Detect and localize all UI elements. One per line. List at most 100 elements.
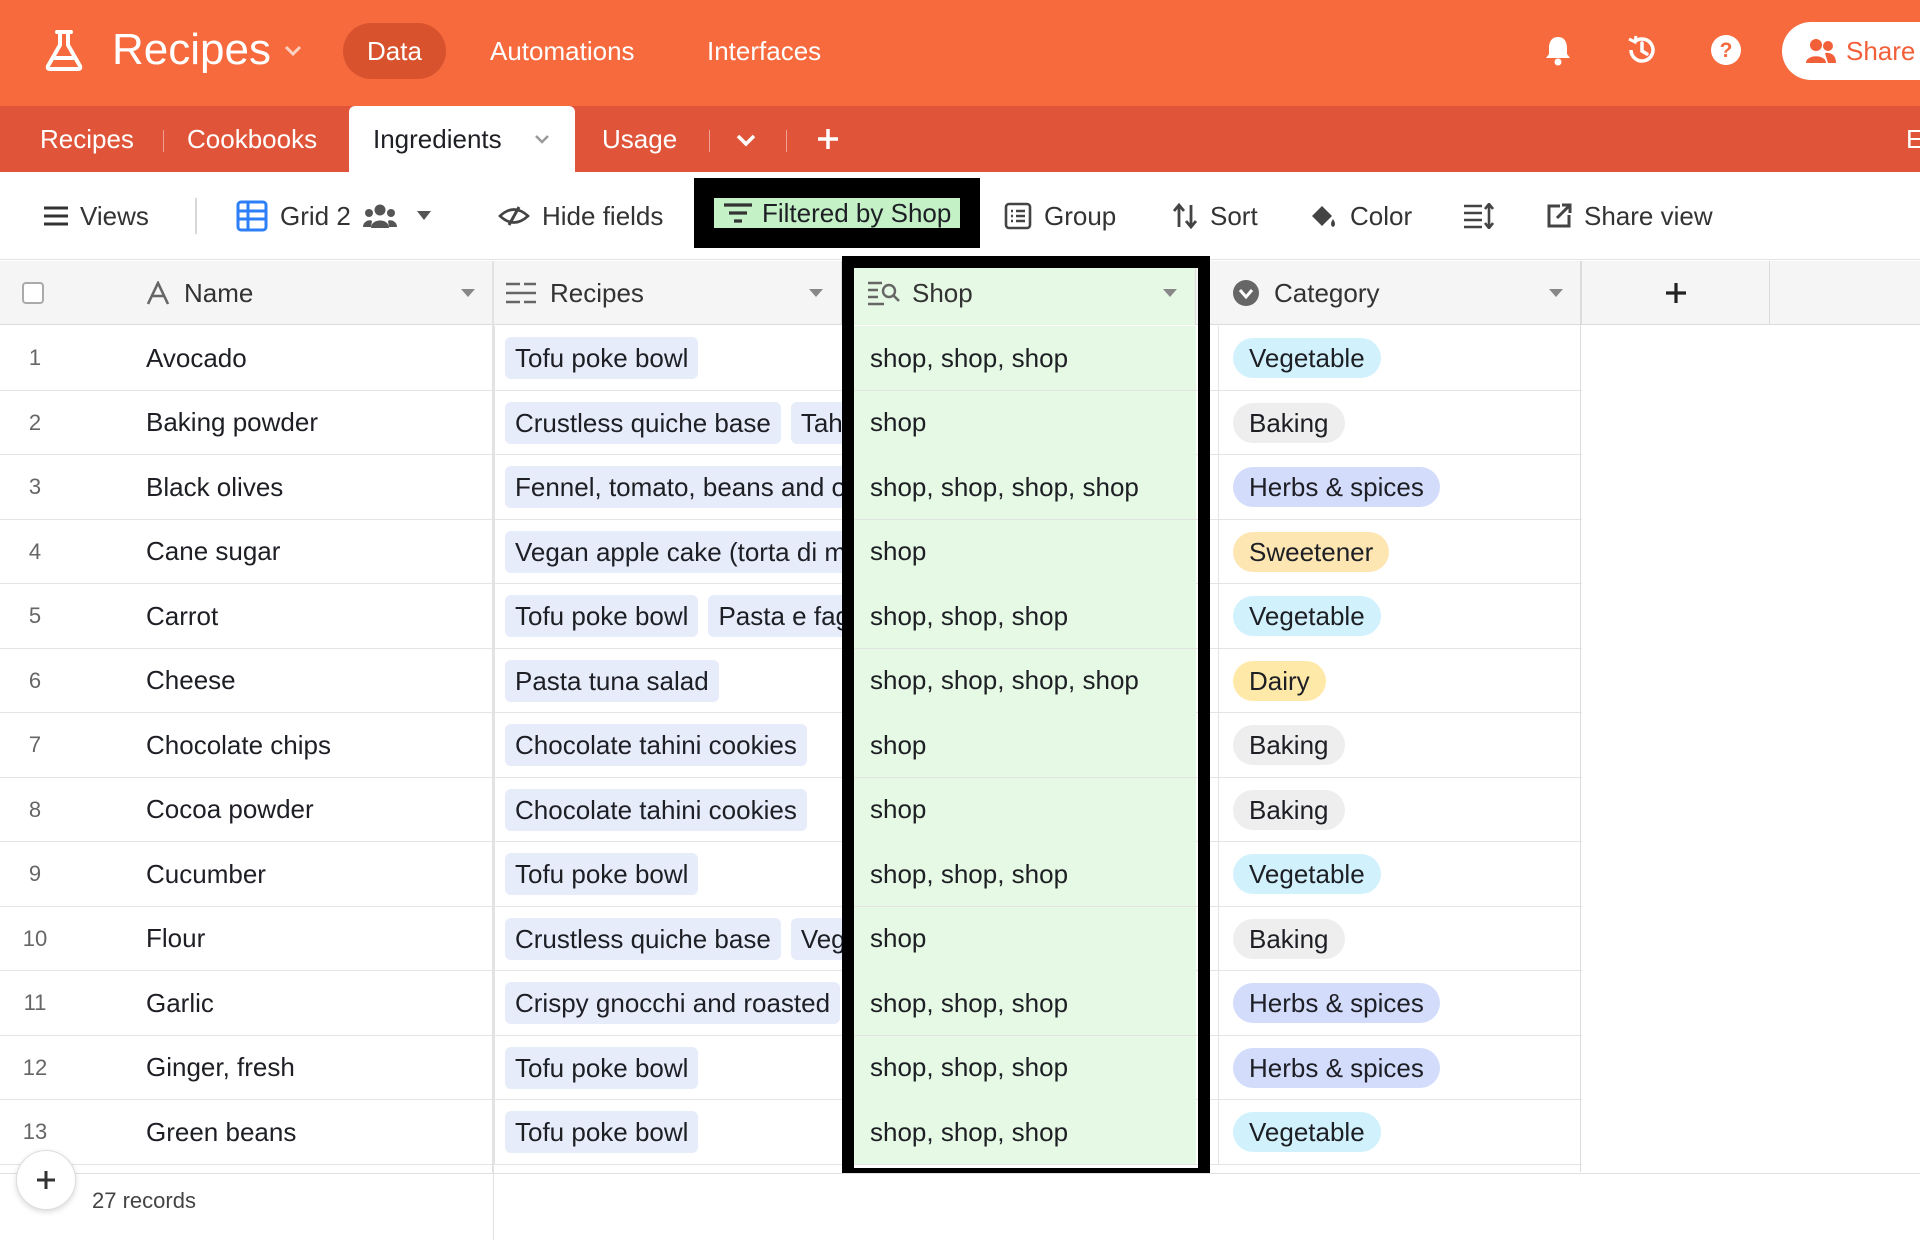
table-row[interactable]: 2Baking powderCrustless quiche baseTahin…	[0, 390, 1582, 455]
category-cell[interactable]: Vegetable	[1218, 1100, 1580, 1164]
ingredient-name-cell[interactable]: Ginger, fresh	[146, 1036, 492, 1100]
shop-lookup-cell[interactable]: shop	[854, 777, 1196, 842]
recipe-link-chip[interactable]: Pasta e fagioli	[708, 595, 842, 637]
caret-down-icon[interactable]	[809, 289, 823, 297]
recipes-cell[interactable]: Chocolate tahini cookies	[494, 777, 842, 842]
column-header-shop[interactable]: Shop	[854, 261, 1196, 325]
chevron-down-icon[interactable]	[282, 40, 304, 62]
shop-lookup-cell[interactable]: shop	[854, 519, 1196, 584]
shop-lookup-cell[interactable]: shop, shop, shop	[854, 842, 1196, 906]
column-header-name[interactable]: Name	[146, 261, 494, 325]
share-view-button[interactable]: Share view	[1546, 172, 1713, 260]
bell-icon[interactable]	[1540, 32, 1576, 68]
caret-down-icon[interactable]	[1549, 289, 1563, 297]
shop-lookup-cell[interactable]: shop, shop, shop	[854, 1035, 1196, 1100]
ingredient-name-cell[interactable]: Baking powder	[146, 391, 492, 455]
recipe-link-chip[interactable]: Pasta tuna salad	[505, 659, 719, 702]
shop-lookup-cell[interactable]: shop, shop, shop, shop	[854, 648, 1196, 713]
recipes-cell[interactable]: Crustless quiche baseTahini	[494, 390, 842, 455]
category-cell[interactable]: Baking	[1218, 906, 1580, 971]
color-button[interactable]: Color	[1308, 172, 1412, 260]
ingredient-name-cell[interactable]: Cocoa powder	[146, 778, 492, 842]
caret-down-icon[interactable]	[1163, 289, 1177, 297]
recipe-link-chip[interactable]: Tofu poke bowl	[505, 853, 699, 895]
category-cell[interactable]: Baking	[1218, 713, 1580, 777]
category-cell[interactable]: Baking	[1218, 390, 1580, 455]
view-switcher[interactable]: Grid 2	[236, 172, 431, 260]
shop-lookup-cell[interactable]: shop	[854, 390, 1196, 455]
column-header-recipes[interactable]: Recipes	[494, 261, 842, 325]
filter-button[interactable]: Filtered by Shop	[694, 178, 980, 248]
category-cell[interactable]: Vegetable	[1218, 584, 1580, 648]
ingredient-name-cell[interactable]: Black olives	[146, 455, 492, 519]
ingredient-name-cell[interactable]: Flour	[146, 907, 492, 971]
caret-down-icon[interactable]	[461, 289, 475, 297]
recipe-link-chip[interactable]: Vegan	[790, 917, 842, 960]
recipes-cell[interactable]: Crispy gnocchi and roasted	[494, 971, 842, 1035]
chevron-down-icon[interactable]	[533, 132, 551, 146]
table-row[interactable]: 4 Cane sugar Vegan apple cake (torta di me…	[0, 519, 1582, 584]
shop-lookup-cell[interactable]: shop	[854, 713, 1196, 777]
recipe-link-chip[interactable]: Tofu poke bowl	[505, 1046, 699, 1089]
ingredient-name-cell[interactable]: Carrot	[146, 584, 492, 648]
category-cell[interactable]: Dairy	[1218, 648, 1580, 713]
table-row[interactable]: 5CarrotTofu poke bowlPasta e fagiolishop…	[0, 584, 1582, 649]
recipe-link-chip[interactable]: Vegan apple cake (torta di mele)	[505, 530, 842, 573]
recipes-cell[interactable]: Vegan apple cake (torta di mele)	[494, 519, 842, 584]
table-row[interactable]: 13 Green beans Tofu poke bowl shop, shop, s…	[0, 1100, 1582, 1165]
category-cell[interactable]: Herbs & spices	[1218, 1035, 1580, 1100]
ingredient-name-cell[interactable]: Cheese	[146, 649, 492, 713]
shop-lookup-cell[interactable]: shop, shop, shop	[854, 971, 1196, 1035]
shop-lookup-cell[interactable]: shop, shop, shop	[854, 584, 1196, 648]
ingredient-name-cell[interactable]: Garlic	[146, 971, 492, 1035]
recipe-link-chip[interactable]: Crustless quiche base	[505, 401, 781, 444]
category-cell[interactable]: Sweetener	[1218, 519, 1580, 584]
row-height-button[interactable]	[1464, 172, 1494, 260]
group-button[interactable]: Group	[1004, 172, 1116, 260]
select-all-cell[interactable]	[0, 261, 146, 325]
recipe-link-chip[interactable]: Fennel, tomato, beans and olives	[505, 466, 842, 508]
recipe-link-chip[interactable]: Tofu poke bowl	[505, 1111, 699, 1153]
recipes-cell[interactable]: Tofu poke bowl	[494, 326, 842, 390]
recipe-link-chip[interactable]: Tofu poke bowl	[505, 337, 699, 379]
recipes-cell[interactable]: Pasta tuna salad	[494, 648, 842, 713]
table-row[interactable]: 1 Avocado Tofu poke bowl shop, shop, shop Ve…	[0, 326, 1582, 391]
tab-recipes[interactable]: Recipes	[40, 106, 134, 172]
shop-lookup-cell[interactable]: shop, shop, shop	[854, 326, 1196, 390]
recipe-link-chip[interactable]: Chocolate tahini cookies	[505, 788, 807, 831]
add-field-button[interactable]	[1582, 261, 1770, 325]
shop-lookup-cell[interactable]: shop, shop, shop	[854, 1100, 1196, 1164]
recipe-link-chip[interactable]: Crustless quiche base	[505, 917, 781, 960]
category-cell[interactable]: Herbs & spices	[1218, 455, 1580, 519]
recipes-cell[interactable]: Tofu poke bowlPasta e fagioli	[494, 584, 842, 648]
chevron-down-icon[interactable]	[734, 130, 758, 150]
category-cell[interactable]: Vegetable	[1218, 842, 1580, 906]
ingredient-name-cell[interactable]: Cane sugar	[146, 520, 492, 584]
tab-ingredients[interactable]: Ingredients	[349, 106, 575, 172]
ingredient-name-cell[interactable]: Green beans	[146, 1100, 492, 1164]
category-cell[interactable]: Vegetable	[1218, 326, 1580, 390]
share-button[interactable]: Share	[1782, 22, 1920, 80]
category-cell[interactable]: Herbs & spices	[1218, 971, 1580, 1035]
recipes-cell[interactable]: Crustless quiche baseVegan	[494, 906, 842, 971]
tab-usage[interactable]: Usage	[602, 106, 677, 172]
table-row[interactable]: 3 Black olives Fennel, tomato, beans and o…	[0, 455, 1582, 520]
add-record-button[interactable]	[16, 1150, 76, 1210]
tab-overflow[interactable]: E	[1906, 106, 1920, 172]
plus-icon[interactable]	[816, 127, 840, 151]
tab-cookbooks[interactable]: Cookbooks	[187, 106, 317, 172]
category-cell[interactable]: Baking	[1218, 777, 1580, 842]
ingredient-name-cell[interactable]: Avocado	[146, 326, 492, 390]
shop-lookup-cell[interactable]: shop, shop, shop, shop	[854, 455, 1196, 519]
recipe-link-chip[interactable]: Chocolate tahini cookies	[505, 724, 807, 766]
recipes-cell[interactable]: Fennel, tomato, beans and olives	[494, 455, 842, 519]
history-icon[interactable]	[1624, 32, 1660, 68]
table-row[interactable]: 9 Cucumber Tofu poke bowl shop, shop, shop V…	[0, 842, 1582, 907]
recipes-cell[interactable]: Tofu poke bowl	[494, 1035, 842, 1100]
table-row[interactable]: 6 Cheese Pasta tuna salad shop, shop, shop,…	[0, 648, 1582, 713]
recipe-link-chip[interactable]: Tahini	[790, 401, 842, 444]
table-row[interactable]: 11 Garlic Crispy gnocchi and roasted shop, …	[0, 971, 1582, 1036]
table-row[interactable]: 12 Ginger, fresh Tofu poke bowl shop, shop,…	[0, 1035, 1582, 1100]
app-name[interactable]: Recipes	[112, 24, 271, 76]
nav-data[interactable]: Data	[343, 23, 446, 79]
